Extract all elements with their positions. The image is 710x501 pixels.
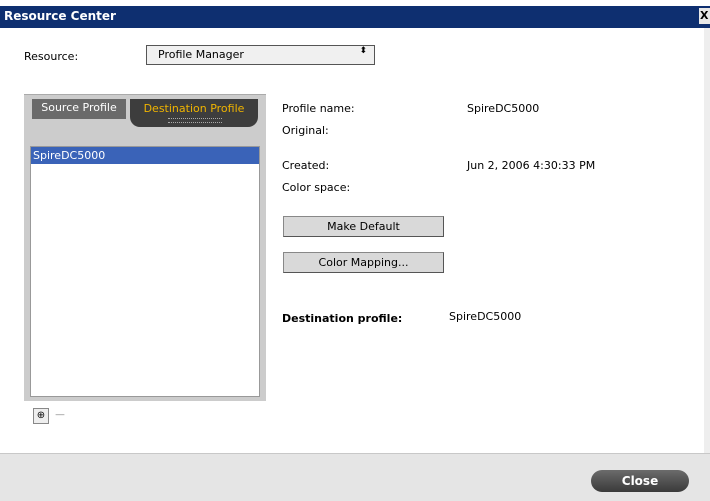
resource-label: Resource:	[24, 50, 79, 63]
original-label: Original:	[282, 124, 329, 137]
profile-name-label: Profile name:	[282, 102, 355, 115]
destination-profile-label: Destination profile:	[282, 312, 403, 325]
add-profile-button[interactable]: ⊕	[33, 408, 49, 424]
tab-destination-profile-label: Destination Profile	[143, 102, 245, 115]
make-default-button[interactable]: Make Default	[283, 216, 444, 237]
resource-center-window: Resource Center X Resource: Profile Mana…	[0, 0, 710, 501]
color-space-label: Color space:	[282, 181, 351, 194]
tab-source-profile[interactable]: Source Profile	[32, 99, 126, 119]
destination-profile-value: SpireDC5000	[449, 310, 522, 323]
close-window-icon[interactable]: X	[699, 8, 710, 24]
list-item-spiredc5000[interactable]: SpireDC5000	[31, 147, 259, 164]
color-mapping-button[interactable]: Color Mapping...	[283, 252, 444, 273]
resource-select-value: Profile Manager	[158, 48, 244, 61]
main-content: Resource: Profile Manager ⬍ Source Profi…	[0, 28, 710, 453]
footer-bar: Close	[0, 453, 710, 501]
created-label: Created:	[282, 159, 330, 172]
profile-list[interactable]: SpireDC5000	[30, 146, 260, 397]
updown-arrow-icon: ⬍	[359, 46, 367, 56]
created-value: Jun 2, 2006 4:30:33 PM	[467, 159, 596, 172]
remove-profile-button[interactable]: −	[52, 408, 68, 424]
tab-destination-profile[interactable]: Destination Profile	[130, 99, 258, 127]
close-button[interactable]: Close	[591, 470, 689, 492]
tab-grip-icon	[168, 118, 222, 123]
profile-name-value: SpireDC5000	[467, 102, 540, 115]
resource-select[interactable]: Profile Manager ⬍	[146, 45, 375, 65]
window-title: Resource Center	[4, 9, 116, 23]
profile-list-panel: Source Profile Destination Profile Spire…	[24, 94, 266, 401]
window-edge	[704, 28, 710, 501]
title-bar: Resource Center X	[0, 6, 710, 28]
